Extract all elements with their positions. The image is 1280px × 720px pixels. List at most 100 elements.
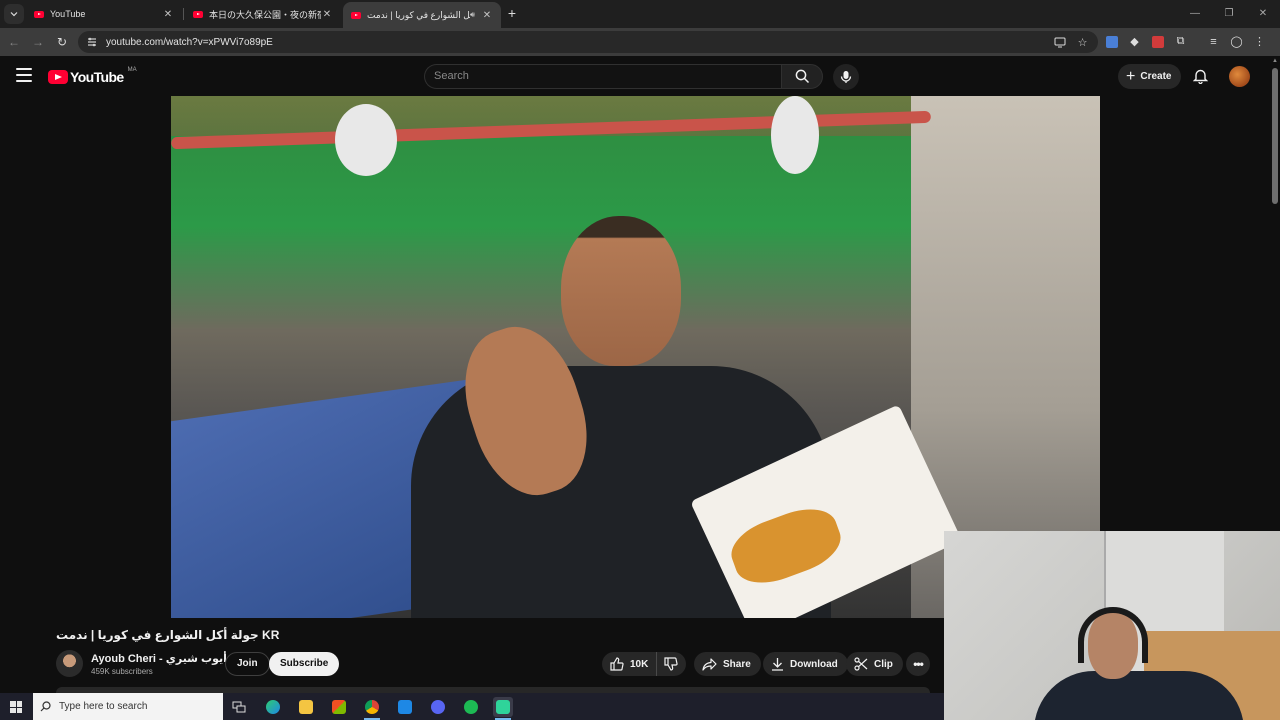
new-tab-button[interactable]: + [504, 5, 520, 21]
tab-label: 本日の大久保公園・夜の新宿歌舞伎町 [209, 9, 321, 20]
share-label: Share [723, 658, 751, 670]
spotify-icon[interactable] [461, 697, 481, 717]
more-horizontal-icon: ••• [913, 657, 924, 671]
youtube-masthead: YouTube MA Search + Create [0, 56, 1270, 96]
like-button[interactable]: 10K [602, 652, 658, 676]
like-count: 10K [630, 658, 649, 670]
thumbs-up-icon [610, 657, 624, 671]
site-info-icon[interactable] [86, 36, 98, 48]
video-frame-lamp [335, 104, 397, 176]
close-icon[interactable]: ✕ [481, 10, 493, 21]
chrome-menu-icon[interactable]: ⋮ [1252, 34, 1267, 49]
download-label: Download [790, 658, 838, 670]
taskbar-search-placeholder: Type here to search [59, 701, 148, 712]
speaker-icon[interactable]: 🔊︎ [470, 10, 475, 20]
subscriber-count: 459K subscribers [91, 667, 153, 676]
tab-divider [183, 8, 184, 20]
search-input[interactable]: Search [424, 64, 782, 89]
install-app-icon[interactable] [1052, 35, 1067, 50]
join-button[interactable]: Join [225, 652, 270, 676]
search-button[interactable] [781, 64, 823, 89]
windows-start-icon[interactable] [10, 701, 22, 713]
chevron-down-icon [10, 10, 18, 18]
close-icon[interactable]: ✕ [162, 9, 174, 20]
menu-hamburger-icon[interactable] [16, 68, 32, 82]
browser-tab-2[interactable]: 本日の大久保公園・夜の新宿歌舞伎町 ✕ [185, 2, 341, 26]
discord-icon[interactable] [428, 697, 448, 717]
channel-name-text: Ayoub Cheri - أيوب شيري [91, 653, 227, 665]
bell-icon [1193, 68, 1208, 84]
windows-taskbar: Type here to search [0, 693, 944, 720]
plus-icon: + [1126, 67, 1136, 85]
download-icon [771, 657, 784, 671]
obs-icon[interactable] [493, 697, 513, 720]
chrome-icon[interactable] [362, 697, 382, 720]
search-icon [795, 69, 810, 84]
search-icon [40, 701, 51, 712]
more-actions-button[interactable]: ••• [906, 652, 930, 676]
minimize-icon[interactable]: — [1178, 0, 1212, 28]
back-icon[interactable]: ← [6, 34, 22, 50]
youtube-logo[interactable]: YouTube MA [48, 67, 137, 85]
profile-icon[interactable]: ◯ [1229, 34, 1244, 49]
voice-search-button[interactable] [833, 64, 859, 90]
extension-red-icon[interactable] [1150, 34, 1165, 49]
create-button[interactable]: + Create [1118, 64, 1182, 89]
download-button[interactable]: Download [763, 652, 848, 676]
extension-toolbar: ◆ ⧉ ≡ ◯ ⋮ [1104, 34, 1267, 49]
file-explorer-icon[interactable] [296, 697, 316, 717]
browser-tab-1[interactable]: YouTube ✕ [26, 2, 182, 26]
youtube-favicon-icon [351, 11, 361, 19]
browser-tab-3-active[interactable]: جولة أكل الشوارع في كوريا | ندمت KR 🔊︎ ✕ [343, 2, 501, 28]
taskbar-search-input[interactable]: Type here to search [33, 693, 223, 720]
notifications-button[interactable] [1193, 68, 1208, 84]
reload-icon[interactable]: ↻ [54, 34, 70, 50]
microphone-icon [840, 70, 852, 84]
forward-icon[interactable]: → [30, 34, 46, 50]
bookmark-star-icon[interactable]: ☆ [1075, 35, 1090, 50]
scissors-icon [854, 657, 868, 671]
subscribe-button[interactable]: Subscribe [269, 652, 340, 676]
like-dislike-group: 10K [602, 652, 686, 676]
youtube-play-icon [48, 70, 68, 84]
youtube-favicon-icon [193, 10, 203, 18]
close-icon[interactable]: ✕ [321, 9, 333, 20]
browser-toolbar: ← → ↻ youtube.com/watch?v=xPWVi7o89pE ☆ … [0, 28, 1280, 56]
video-frame-lamp [771, 96, 819, 174]
omnibox-actions: ☆ [1052, 31, 1098, 53]
share-arrow-icon [702, 657, 717, 671]
task-view-icon[interactable] [229, 697, 249, 717]
dislike-button[interactable] [657, 657, 678, 671]
address-bar[interactable]: youtube.com/watch?v=xPWVi7o89pE ☆ [78, 31, 1098, 53]
extension-diamond-icon[interactable]: ◆ [1127, 34, 1142, 49]
share-button[interactable]: Share [694, 652, 761, 676]
tab-label: جولة أكل الشوارع في كوريا | ندمت KR [367, 9, 470, 20]
window-close-icon[interactable]: ✕ [1246, 0, 1280, 28]
channel-avatar[interactable] [56, 650, 83, 677]
media-controls-icon[interactable]: ≡ [1206, 34, 1221, 49]
tab-label: YouTube [50, 9, 86, 19]
youtube-favicon-icon [34, 10, 44, 18]
webcam-overlay [944, 531, 1280, 720]
restore-icon[interactable]: ❐ [1212, 0, 1246, 28]
create-label: Create [1140, 71, 1172, 82]
mail-icon[interactable] [395, 697, 415, 717]
browser-tab-strip: YouTube ✕ 本日の大久保公園・夜の新宿歌舞伎町 ✕ جولة أكل ا… [0, 0, 1280, 28]
tab-search-button[interactable] [4, 4, 24, 24]
channel-name[interactable]: Ayoub Cheri - أيوب شيري ✓ [91, 652, 239, 665]
translate-extension-icon[interactable] [1104, 34, 1119, 49]
extensions-puzzle-icon[interactable]: ⧉ [1173, 34, 1188, 49]
url-text: youtube.com/watch?v=xPWVi7o89pE [106, 36, 273, 48]
store-icon[interactable] [329, 697, 349, 717]
window-controls: — ❐ ✕ [1178, 0, 1280, 28]
clip-button[interactable]: Clip [846, 652, 903, 676]
country-code: MA [127, 67, 137, 73]
clip-label: Clip [874, 658, 893, 670]
video-title: جولة أكل الشوارع في كوريا | ندمت KR [56, 628, 280, 642]
youtube-logo-text: YouTube [70, 69, 124, 85]
thumbs-down-icon [664, 657, 678, 671]
edge-icon[interactable] [263, 697, 283, 717]
account-avatar[interactable] [1229, 66, 1250, 87]
scrollbar-thumb[interactable] [1272, 68, 1278, 204]
scroll-up-icon[interactable]: ▲ [1272, 58, 1278, 64]
